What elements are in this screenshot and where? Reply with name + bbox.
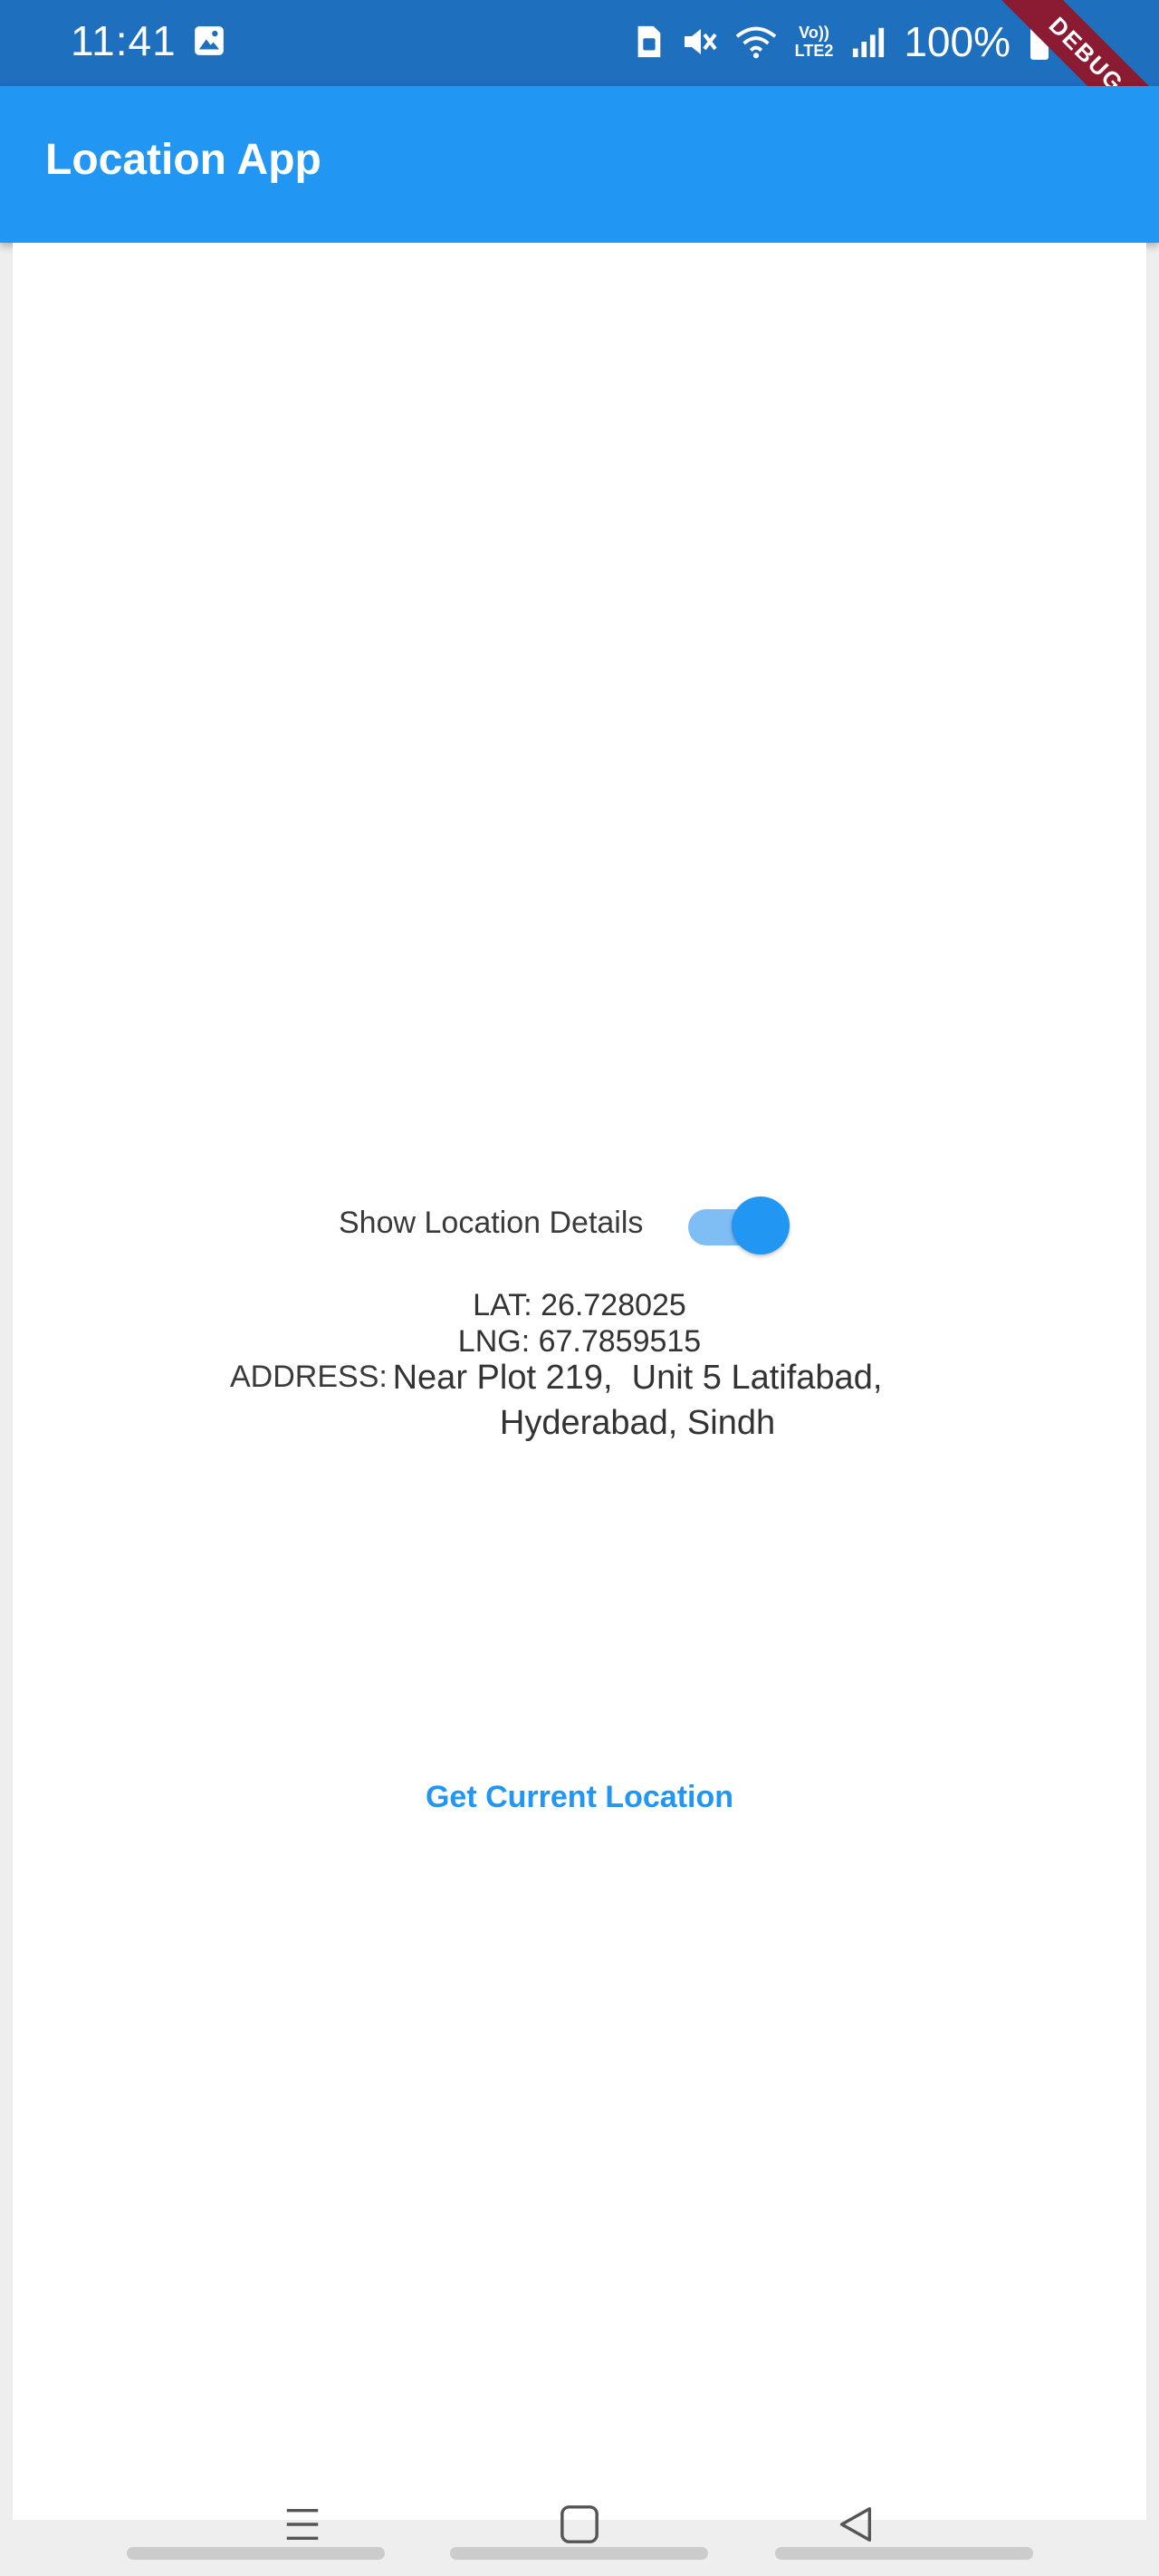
address-value: Near Plot 219, Unit 5 Latifabad, Hyderab…	[384, 1355, 891, 1446]
volte-label: Vo))	[799, 24, 829, 42]
lte2-label: LTE2	[794, 42, 834, 60]
status-icons: Vo)) LTE2 100%	[634, 16, 1050, 67]
signal-icon	[853, 27, 885, 58]
show-location-details-switch[interactable]	[688, 1195, 795, 1254]
address-label: ADDRESS:	[230, 1360, 388, 1394]
address-line-1: Near Plot 219, Unit 5 Latifabad,	[392, 1359, 883, 1397]
main-content: Show Location Details LAT: 26.728025 LNG…	[13, 243, 1146, 2520]
home-icon	[560, 2505, 599, 2543]
wifi-icon	[735, 26, 776, 59]
back-icon	[839, 2507, 872, 2542]
app-bar: Location App	[0, 86, 1159, 243]
gesture-pill-left	[127, 2547, 385, 2560]
battery-percent: 100%	[904, 18, 1011, 65]
status-bar: 11:41 Vo)) LTE2 100% DEBUG	[0, 0, 1159, 167]
gesture-pill-right	[775, 2547, 1033, 2560]
volte-lte2-icon: Vo)) LTE2	[795, 24, 834, 60]
toggle-label: Show Location Details	[339, 1206, 644, 1240]
latitude-text: LAT: 26.728025	[473, 1288, 686, 1322]
status-time: 11:41	[71, 17, 177, 64]
mute-icon	[684, 29, 717, 54]
address-line-2: Hyderabad, Sindh	[499, 1404, 776, 1442]
switch-thumb	[732, 1197, 790, 1254]
gesture-pill-center	[450, 2547, 708, 2560]
image-icon	[195, 26, 224, 55]
page-title: Location App	[45, 136, 321, 184]
location-details-toggle-row: Show Location Details	[339, 1187, 809, 1260]
recent-apps-icon	[286, 2508, 319, 2541]
sim-icon	[637, 25, 660, 58]
get-current-location-button[interactable]: Get Current Location	[417, 1770, 742, 1824]
